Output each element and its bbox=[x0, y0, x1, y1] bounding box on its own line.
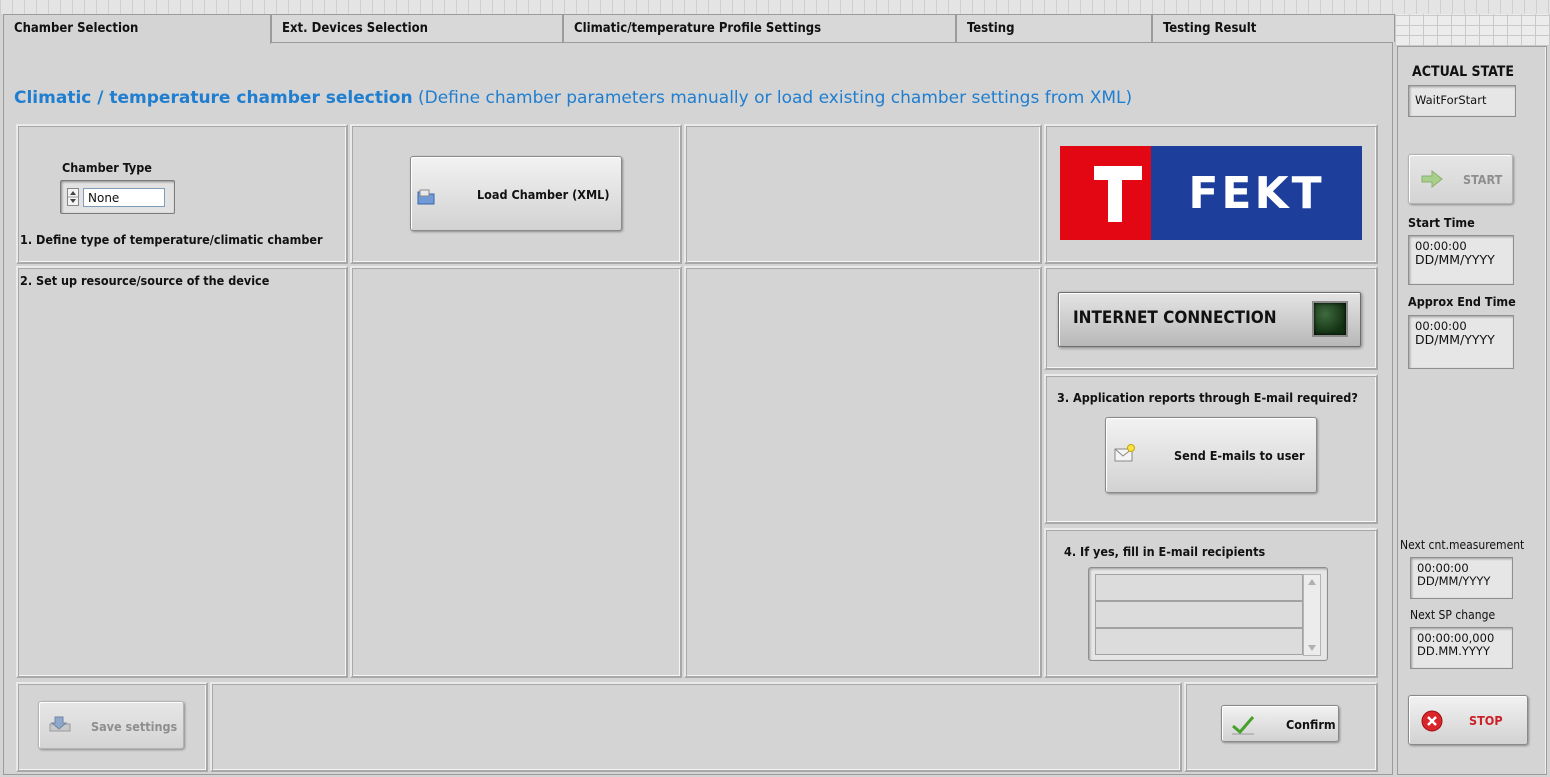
recipient-field-1[interactable] bbox=[1095, 574, 1303, 601]
start-button[interactable]: START bbox=[1408, 154, 1513, 204]
scroll-up-icon bbox=[1308, 579, 1316, 585]
logo-text: FEKT bbox=[1151, 146, 1362, 240]
email-recipients-list[interactable] bbox=[1088, 567, 1328, 661]
next-sp-date: DD.MM.YYYY bbox=[1417, 644, 1490, 658]
confirm-label: Confirm bbox=[1286, 717, 1336, 732]
cell-resource bbox=[16, 266, 348, 678]
top-grid-strip bbox=[0, 0, 1550, 14]
next-measurement-date: DD/MM/YYYY bbox=[1417, 574, 1491, 588]
fekt-logo: FEKT bbox=[1060, 146, 1362, 240]
tab-testing[interactable]: Testing bbox=[956, 14, 1152, 42]
cell-footer-empty bbox=[210, 682, 1182, 772]
load-chamber-button[interactable]: Load Chamber (XML) bbox=[410, 156, 622, 231]
chamber-type-ring[interactable]: None bbox=[60, 180, 175, 214]
recipient-field-2[interactable] bbox=[1095, 601, 1303, 628]
save-icon bbox=[49, 716, 71, 735]
logo-t-mark bbox=[1060, 146, 1151, 240]
send-emails-button[interactable]: Send E-mails to user bbox=[1105, 417, 1317, 493]
start-date-value: DD/MM/YYYY bbox=[1415, 252, 1495, 267]
next-sp-change-label: Next SP change bbox=[1410, 608, 1496, 622]
connection-led-icon bbox=[1312, 301, 1348, 337]
tab-label: Ext. Devices Selection bbox=[282, 21, 429, 36]
actual-state-label: ACTUAL STATE bbox=[1412, 64, 1514, 80]
page-subtitle: (Define chamber parameters manually or l… bbox=[417, 88, 1133, 108]
actual-state-indicator: WaitForStart bbox=[1408, 85, 1516, 117]
cell-empty-3 bbox=[684, 266, 1042, 678]
tab-testing-result[interactable]: Testing Result bbox=[1152, 14, 1395, 42]
tab-label: Testing Result bbox=[1163, 21, 1257, 36]
tab-label: Climatic/temperature Profile Settings bbox=[574, 21, 822, 36]
chamber-type-value: None bbox=[83, 188, 165, 207]
step1-label: 1. Define type of temperature/climatic c… bbox=[20, 232, 323, 247]
start-time-label: Start Time bbox=[1408, 215, 1475, 230]
grid-decoration bbox=[1395, 14, 1550, 46]
scroll-down-icon bbox=[1308, 645, 1316, 651]
folder-icon bbox=[417, 189, 435, 208]
save-settings-button[interactable]: Save settings bbox=[38, 701, 184, 749]
start-time-indicator: 00:00:00 DD/MM/YYYY bbox=[1408, 235, 1514, 285]
next-measurement-indicator: 00:00:00 DD/MM/YYYY bbox=[1410, 557, 1513, 599]
approx-end-time-indicator: 00:00:00 DD/MM/YYYY bbox=[1408, 315, 1514, 369]
confirm-button[interactable]: Confirm bbox=[1221, 705, 1339, 742]
status-panel: ACTUAL STATE WaitForStart START Start Ti… bbox=[1397, 46, 1547, 775]
internet-connection-indicator[interactable]: INTERNET CONNECTION bbox=[1058, 292, 1361, 347]
stop-label: STOP bbox=[1469, 713, 1503, 728]
end-date-value: DD/MM/YYYY bbox=[1415, 332, 1495, 347]
tab-ext-devices-selection[interactable]: Ext. Devices Selection bbox=[271, 14, 563, 42]
cell-empty-2 bbox=[350, 266, 682, 678]
email-icon bbox=[1114, 444, 1136, 465]
step3-label: 3. Application reports through E-mail re… bbox=[1057, 390, 1358, 405]
page-heading: Climatic / temperature chamber selection… bbox=[14, 88, 1132, 108]
updown-arrows-icon[interactable] bbox=[67, 188, 79, 206]
approx-end-time-label: Approx End Time bbox=[1408, 294, 1516, 309]
stop-x-icon bbox=[1421, 710, 1443, 735]
stop-button[interactable]: STOP bbox=[1408, 695, 1528, 745]
step4-label: 4. If yes, fill in E-mail recipients bbox=[1064, 544, 1266, 559]
tab-chamber-selection[interactable]: Chamber Selection bbox=[3, 14, 271, 44]
internet-connection-label: INTERNET CONNECTION bbox=[1073, 308, 1277, 328]
load-chamber-label: Load Chamber (XML) bbox=[477, 187, 610, 202]
recipient-field-3[interactable] bbox=[1095, 628, 1303, 655]
tab-profile-settings[interactable]: Climatic/temperature Profile Settings bbox=[563, 14, 956, 42]
send-emails-label: Send E-mails to user bbox=[1174, 448, 1305, 463]
chamber-type-label: Chamber Type bbox=[62, 160, 152, 175]
actual-state-value: WaitForStart bbox=[1415, 93, 1487, 107]
start-label: START bbox=[1463, 172, 1503, 187]
checkmark-icon bbox=[1230, 714, 1256, 739]
tab-label: Chamber Selection bbox=[14, 21, 139, 36]
recipient-scrollbar[interactable] bbox=[1303, 574, 1321, 656]
step2-label: 2. Set up resource/source of the device bbox=[20, 273, 270, 288]
tab-label: Testing bbox=[967, 21, 1015, 36]
page-title: Climatic / temperature chamber selection bbox=[14, 88, 413, 108]
next-measurement-label: Next cnt.measurement bbox=[1400, 538, 1525, 552]
save-settings-label: Save settings bbox=[91, 719, 178, 734]
arrow-right-icon bbox=[1421, 169, 1443, 191]
next-sp-change-indicator: 00:00:00,000 DD.MM.YYYY bbox=[1410, 627, 1513, 669]
cell-empty-1 bbox=[684, 124, 1042, 264]
